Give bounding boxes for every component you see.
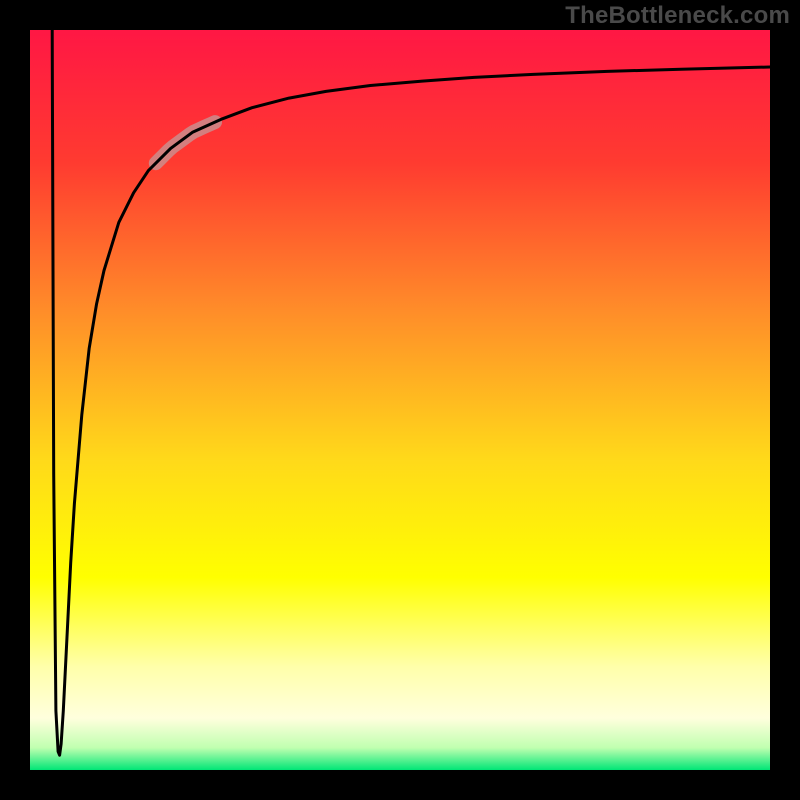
chart-svg (0, 0, 800, 800)
chart-frame: TheBottleneck.com (0, 0, 800, 800)
watermark-label: TheBottleneck.com (565, 2, 790, 30)
plot-background (30, 30, 770, 770)
